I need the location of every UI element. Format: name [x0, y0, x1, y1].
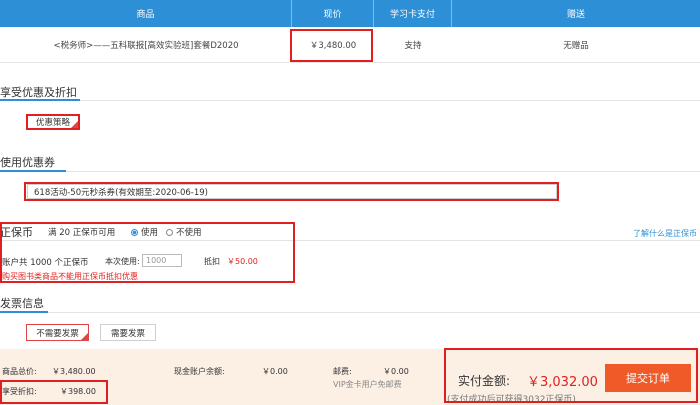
need-invoice-option[interactable]: 需要发票 — [100, 324, 156, 341]
no-invoice-label: 不需要发票 — [36, 328, 79, 339]
vip-postage-note: VIP金卡用户免邮费 — [333, 380, 402, 389]
section-underline — [0, 311, 48, 313]
coupon-highlight — [24, 182, 559, 201]
section-underline — [0, 99, 80, 101]
product-gift: 无赠品 — [563, 40, 589, 51]
header-product: 商品 — [0, 0, 292, 27]
postage-value: ￥0.00 — [383, 367, 409, 376]
selected-corner-icon — [71, 121, 78, 128]
need-invoice-label: 需要发票 — [110, 328, 145, 339]
total-price-value: ￥3,480.00 — [52, 367, 96, 376]
divider — [0, 171, 700, 172]
price-highlight — [290, 29, 373, 62]
header-card-pay: 学习卡支付 — [374, 0, 452, 27]
header-gift: 赠送 — [566, 10, 585, 20]
discount-strategy-option[interactable]: 优惠策略 — [26, 114, 80, 130]
product-card-pay: 支持 — [404, 40, 422, 51]
discount-section-title: 享受优惠及折扣 — [0, 86, 77, 99]
coin-highlight — [0, 222, 295, 283]
product-name: <税务师>——五科联报[高效实验班]套餐D2020 — [53, 40, 239, 51]
balance-value: ￥0.00 — [262, 367, 288, 376]
section-underline — [0, 170, 66, 172]
discount-strategy-label: 优惠策略 — [35, 118, 70, 128]
no-invoice-option[interactable]: 不需要发票 — [26, 324, 89, 341]
divider — [0, 100, 700, 101]
total-price-label: 商品总价: — [2, 367, 37, 376]
selected-corner-icon — [81, 333, 88, 340]
divider — [0, 312, 700, 313]
discount-highlight — [0, 380, 108, 404]
coupon-section-title: 使用优惠券 — [0, 156, 55, 169]
table-header: 商品 现价 学习卡支付 赠送 — [0, 0, 700, 27]
invoice-section-title: 发票信息 — [0, 297, 44, 310]
coin-help-link[interactable]: 了解什么是正保币 — [633, 228, 697, 239]
postage-label: 邮费: — [333, 367, 352, 376]
pay-highlight — [444, 348, 698, 403]
header-price: 现价 — [292, 0, 374, 27]
balance-label: 现金账户余额: — [174, 367, 225, 376]
